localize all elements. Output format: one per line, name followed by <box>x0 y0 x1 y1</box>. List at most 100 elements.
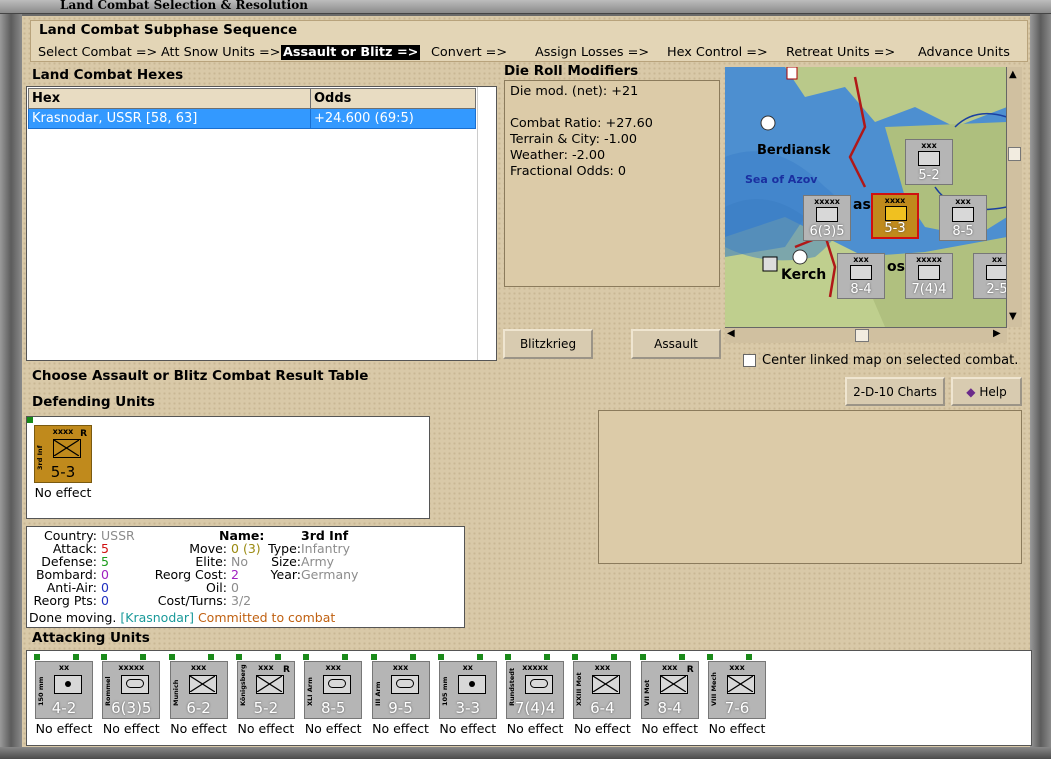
costturns-key: Cost/Turns: <box>157 593 227 608</box>
unit-effect: No effect <box>439 721 497 736</box>
attacking-unit-counter[interactable]: xxx R VII Mot 8-4 <box>640 661 699 719</box>
hq-icon <box>121 675 150 694</box>
unit-effect: No effect <box>35 721 93 736</box>
counter-flag-icon <box>101 654 108 660</box>
hexes-title: Land Combat Hexes <box>32 67 184 83</box>
odds-cell[interactable]: +24.600 (69:5) <box>310 108 476 129</box>
attacking-unit-counter[interactable]: xxx Munich 6-2 <box>169 661 228 719</box>
unit-size: xxxxx <box>814 197 840 206</box>
arm-icon <box>323 675 352 694</box>
step-hex-control[interactable]: Hex Control => <box>667 45 768 60</box>
unit-strength: 9-5 <box>388 699 413 717</box>
table-row[interactable]: Krasnodar, USSR [58, 63] +24.600 (69:5) <box>28 108 476 129</box>
attacking-panel: xx 150 mm 4-2 No effect xxxxx Rommel 6(3)5 No e… <box>26 650 1032 746</box>
map-unit-selected[interactable]: xxxx 5-3 <box>871 193 919 239</box>
window-title: Land Combat Selection & Resolution <box>60 0 308 12</box>
step-att-snow-units[interactable]: Att Snow Units => <box>161 45 280 60</box>
step-advance-units[interactable]: Advance Units <box>918 45 1010 60</box>
unit-strength: 5-2 <box>253 699 279 717</box>
unit-size: xxxx <box>884 196 906 205</box>
unit-strength: 8-5 <box>952 224 974 239</box>
blitzkrieg-button[interactable]: Blitzkrieg <box>503 329 593 359</box>
mod-spacer <box>510 100 714 116</box>
map-unit[interactable]: xxx 8-5 <box>939 195 987 241</box>
combat-result-panel <box>598 410 1022 564</box>
mod-fractional: Fractional Odds: 0 <box>510 164 627 179</box>
defending-panel: xxxx R 3rd Inf 5-3 No effect <box>26 416 430 519</box>
map-unit[interactable]: xx 2-5 <box>973 253 1007 299</box>
hq-icon <box>525 675 554 694</box>
unit-strength: 8-5 <box>320 699 346 717</box>
step-convert[interactable]: Convert => <box>431 45 507 60</box>
map-vertical-scrollbar[interactable]: ▲ ▼ <box>1006 67 1022 327</box>
map-unit[interactable]: xxx 8-4 <box>837 253 885 299</box>
counter-flag-icon <box>140 654 147 660</box>
mot-icon <box>592 675 621 694</box>
unit-type-icon <box>952 207 974 222</box>
attacking-unit-counter[interactable]: xx 150 mm 4-2 <box>35 661 93 719</box>
map-horizontal-scrollbar[interactable]: ◀ ▶ <box>725 327 1007 343</box>
attacking-unit-counter[interactable]: xxxxx Rommel 6(3)5 <box>102 661 161 719</box>
map-unit[interactable]: xxx 5-2 <box>905 139 953 185</box>
scroll-right-icon[interactable]: ▶ <box>993 328 1001 339</box>
assault-button[interactable]: Assault <box>631 329 721 359</box>
map-label-city-os: os <box>887 259 905 275</box>
unit-strength: 8-4 <box>850 282 872 297</box>
step-assign-losses[interactable]: Assign Losses => <box>535 45 649 60</box>
defending-unit-counter[interactable]: xxxx R 3rd Inf 5-3 <box>34 425 92 483</box>
unit-effect: No effect <box>170 721 227 736</box>
help-book-icon: ◆ <box>966 385 976 399</box>
attacking-unit-counter[interactable]: xxx R Königsberg 5-2 <box>236 661 295 719</box>
attacking-unit-counter[interactable]: xxx XXIII Mot 6-4 <box>573 661 632 719</box>
modifiers-panel: Die mod. (net): +21 Combat Ratio: +27.60… <box>504 80 720 287</box>
counter-flag-icon <box>639 654 646 660</box>
counter-flag-icon <box>235 654 242 660</box>
center-map-checkbox[interactable] <box>743 354 756 367</box>
attacking-unit-counter[interactable]: xxxxx Rundstedt 7(4)4 <box>506 661 565 719</box>
unit-size: xxx <box>853 255 869 264</box>
counter-flag-icon <box>707 654 713 660</box>
info-mid-keys: Name: Move: Elite: Reorg Cost: Oil: Cost… <box>147 529 265 608</box>
hexes-scroll-track[interactable] <box>477 87 496 360</box>
counter-flag-icon <box>34 654 40 660</box>
step-retreat-units[interactable]: Retreat Units => <box>786 45 895 60</box>
map-hscroll-thumb[interactable] <box>855 329 869 342</box>
step-assault-or-blitz[interactable]: Assault or Blitz => <box>281 45 421 60</box>
unit-effect: No effect <box>708 721 766 736</box>
art-icon <box>54 675 82 694</box>
step-select-combat[interactable]: Select Combat => <box>38 45 157 60</box>
attacking-unit-counter[interactable]: xxx XLI Arm 8-5 <box>304 661 363 719</box>
unit-effect: No effect <box>574 721 631 736</box>
help-button[interactable]: ◆ Help <box>951 377 1022 406</box>
unit-type-icon <box>986 265 1007 280</box>
unit-type-icon <box>885 206 907 221</box>
linked-map[interactable]: Berdiansk Sea of Azov Kerch as os xxx 5-… <box>725 67 1007 327</box>
map-unit[interactable]: xxxxx 7(4)4 <box>905 253 953 299</box>
col-hex[interactable]: Hex <box>28 88 311 109</box>
year-value: Germany <box>301 567 359 582</box>
scroll-up-icon[interactable]: ▲ <box>1009 69 1017 80</box>
attacking-title: Attacking Units <box>32 630 150 646</box>
hex-cell[interactable]: Krasnodar, USSR [58, 63] <box>28 108 311 129</box>
art-icon <box>457 675 486 694</box>
scroll-left-icon[interactable]: ◀ <box>727 328 735 339</box>
counter-flag-icon <box>370 654 377 660</box>
mech-icon <box>727 675 755 694</box>
unit-strength: 3-3 <box>455 699 481 717</box>
unit-size: xx <box>991 255 1003 264</box>
attacking-unit-counter[interactable]: xx 105 mm 3-3 <box>438 661 497 719</box>
attacking-unit-counter[interactable]: xxx III Arm 9-5 <box>371 661 430 719</box>
left-frame-edge <box>0 14 22 759</box>
map-unit[interactable]: xxxxx 6(3)5 <box>803 195 851 241</box>
mod-terrain: Terrain & City: -1.00 <box>510 132 638 147</box>
map-vscroll-thumb[interactable] <box>1008 147 1021 161</box>
col-odds[interactable]: Odds <box>310 88 476 109</box>
unit-reserve-flag: R <box>686 665 694 675</box>
charts-button[interactable]: 2-D-10 Charts <box>845 377 945 406</box>
scroll-down-icon[interactable]: ▼ <box>1009 311 1017 322</box>
center-map-label: Center linked map on selected combat. <box>762 353 1019 368</box>
attacking-unit-counter[interactable]: xxx VIII Mech 7-6 <box>708 661 766 719</box>
unit-strength: 4-2 <box>51 699 77 717</box>
unit-strength: 8-4 <box>657 699 682 717</box>
unit-reserve-flag: R <box>282 665 290 675</box>
